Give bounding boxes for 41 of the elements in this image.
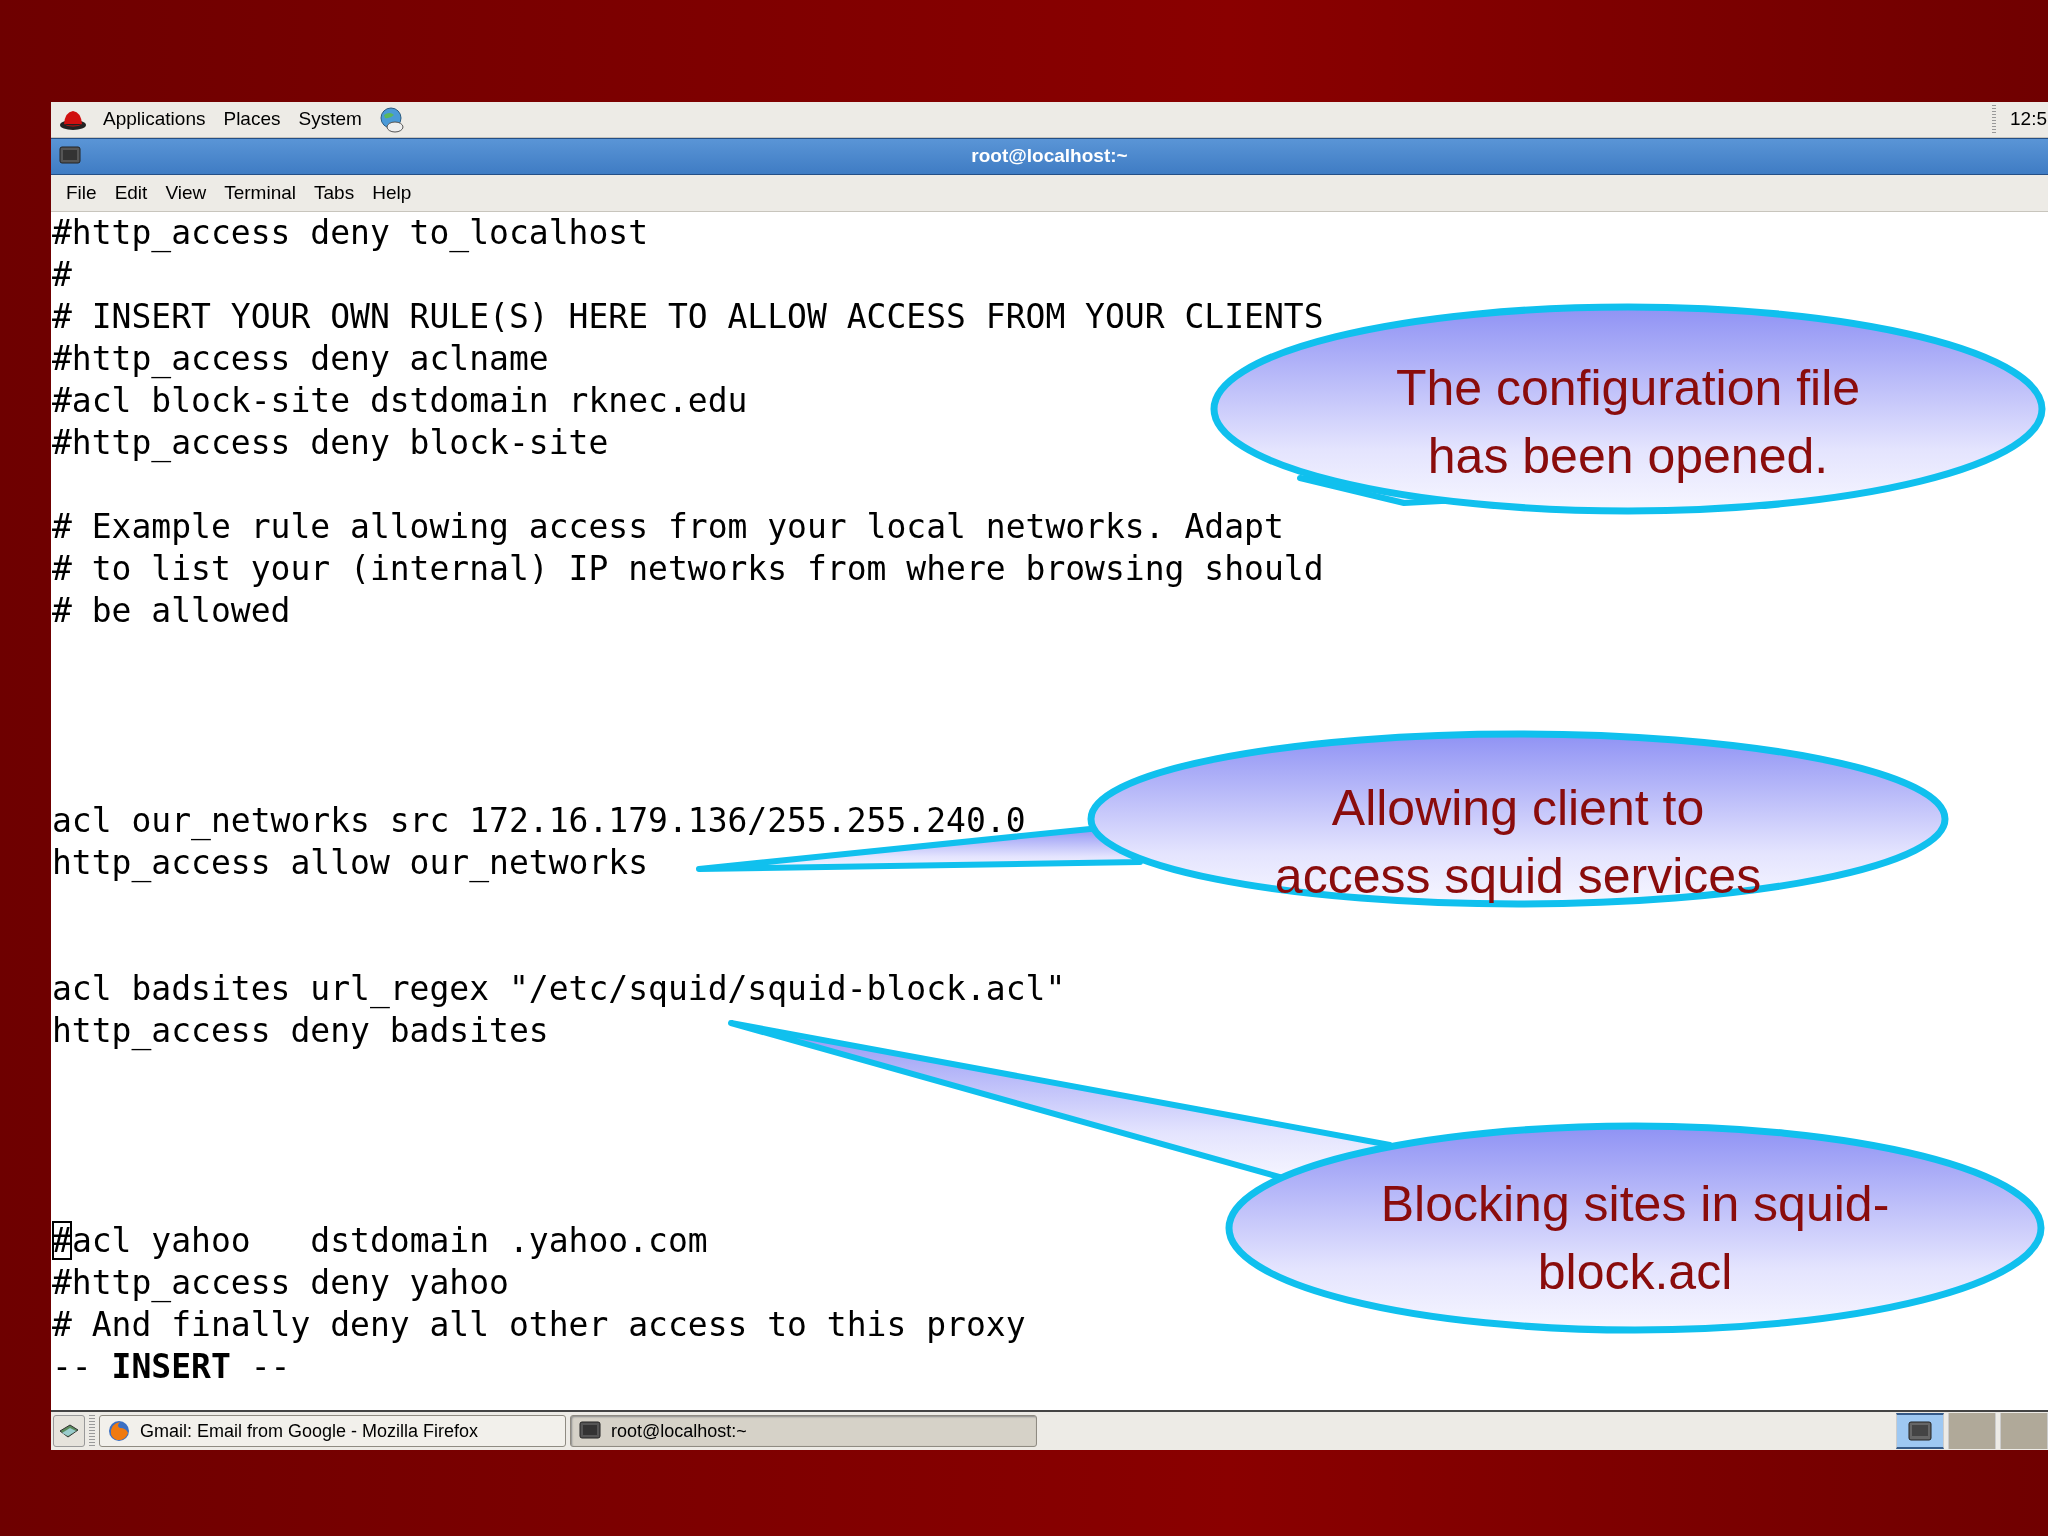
menu-item[interactable]: File bbox=[59, 178, 104, 208]
code-line: #acl block-site dstdomain rknec.edu bbox=[52, 380, 748, 422]
panel-menu[interactable]: Places bbox=[221, 105, 283, 134]
workspace-button[interactable] bbox=[1896, 1413, 1944, 1449]
code-line: # And finally deny all other access to this proxy bbox=[52, 1304, 1026, 1346]
code-line: # bbox=[52, 254, 72, 296]
callout-text: Allowing client to access squid services bbox=[1274, 779, 1762, 906]
code-line: -- INSERT -- bbox=[52, 1346, 291, 1388]
menu-item[interactable]: Edit bbox=[107, 178, 155, 208]
code-line: # to list your (internal) IP networks from where browsing should bbox=[52, 548, 1324, 590]
code-line: acl badsites url_regex "/etc/squid/squid-block.acl" bbox=[52, 968, 1066, 1010]
window-icon bbox=[1908, 1421, 1932, 1441]
callout-text: The configuration file has been opened. bbox=[1395, 359, 1861, 486]
code-line: #acl yahoo dstdomain .yahoo.com bbox=[52, 1220, 708, 1262]
code-line: #http_access deny block-site bbox=[52, 422, 609, 464]
code-line: #http_access deny aclname bbox=[52, 338, 549, 380]
code-line: #http_access deny yahoo bbox=[52, 1262, 509, 1304]
task-button[interactable]: root@localhost:~ bbox=[570, 1415, 1037, 1447]
menu-item[interactable]: Help bbox=[365, 178, 419, 208]
terminal-icon bbox=[579, 1421, 601, 1441]
code-line: #http_access deny to_localhost bbox=[52, 212, 649, 254]
window-title: root@localhost:~ bbox=[971, 144, 1128, 169]
code-line: http_access deny badsites bbox=[52, 1010, 549, 1052]
callout-text: Blocking sites in squid- block.acl bbox=[1380, 1175, 1890, 1302]
menu-item[interactable]: Tabs bbox=[307, 178, 362, 208]
globe-icon[interactable] bbox=[377, 105, 406, 134]
panel-handle[interactable] bbox=[1992, 104, 1996, 135]
code-line: # INSERT YOUR OWN RULE(S) HERE TO ALLOW ACCESS FROM YOUR CLIENTS bbox=[52, 296, 1324, 338]
terminal-icon[interactable] bbox=[59, 146, 81, 166]
panel-menu[interactable]: Applications bbox=[101, 105, 208, 134]
clock: 12:5 bbox=[2010, 107, 2048, 132]
panel-menu[interactable]: System bbox=[296, 105, 364, 134]
code-line: acl our_networks src 172.16.179.136/255.255.240.0 bbox=[52, 800, 1026, 842]
task-button[interactable]: Gmail: Email from Google - Mozilla Firefox bbox=[99, 1415, 566, 1447]
code-line: http_access allow our_networks bbox=[52, 842, 649, 884]
menu-item[interactable]: View bbox=[158, 178, 214, 208]
show-desktop-button[interactable] bbox=[53, 1415, 85, 1447]
code-line: # Example rule allowing access from your local networks. Adapt bbox=[52, 506, 1284, 548]
menu-item[interactable]: Terminal bbox=[217, 178, 304, 208]
code-line: # be allowed bbox=[52, 590, 291, 632]
fox-globe-icon bbox=[108, 1420, 130, 1442]
